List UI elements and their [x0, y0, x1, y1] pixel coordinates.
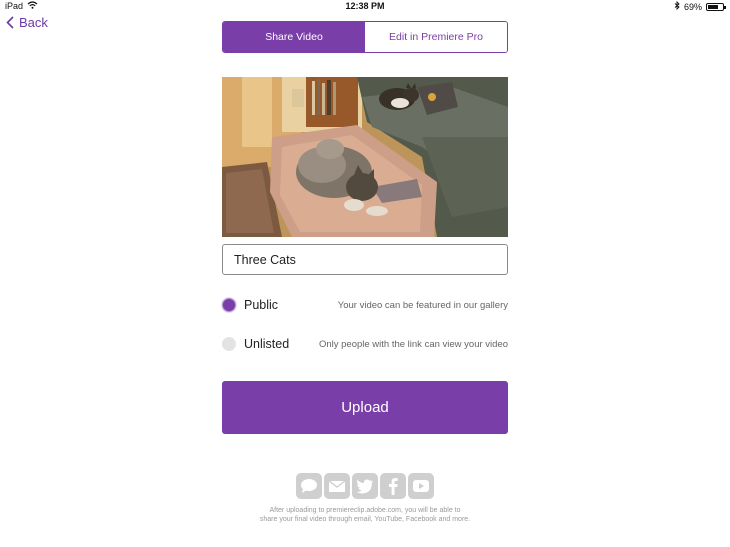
bluetooth-icon — [674, 0, 680, 12]
share-note-line-2: share your final video through email, Yo… — [259, 516, 471, 523]
status-bar: iPad 12:38 PM 69% — [0, 0, 730, 14]
video-thumbnail — [222, 77, 508, 237]
battery-percent: 69% — [683, 1, 702, 12]
radio-unlisted-description: Only people with the link can view your … — [318, 338, 508, 350]
radio-selected-icon[interactable] — [222, 298, 236, 312]
status-time: 12:38 PM — [345, 1, 385, 11]
back-label: Back — [19, 15, 48, 30]
video-title-input[interactable] — [222, 244, 508, 275]
radio-unlisted-label: Unlisted — [244, 337, 290, 351]
battery-fill — [708, 4, 718, 9]
twitter-icon — [352, 473, 378, 499]
radio-public-label: Public — [244, 298, 279, 312]
share-note-line-1: After uploading to premiereclip.adobe.co… — [269, 507, 461, 514]
mode-tabs: Share Video Edit in Premiere Pro — [222, 21, 508, 53]
share-icons — [296, 473, 434, 499]
radio-public[interactable]: Public Your video can be featured in our… — [222, 295, 508, 315]
tab-edit-in-premiere-pro[interactable]: Edit in Premiere Pro — [365, 22, 507, 52]
mail-icon — [324, 473, 350, 499]
radio-public-description: Your video can be featured in our galler… — [337, 299, 508, 311]
video-thumbnail-image — [222, 77, 508, 237]
radio-unlisted[interactable]: Unlisted Only people with the link can v… — [222, 334, 508, 354]
status-right: 69% — [674, 0, 726, 12]
chevron-left-icon — [6, 16, 14, 29]
youtube-icon — [408, 473, 434, 499]
back-button[interactable]: Back — [6, 15, 48, 30]
facebook-icon — [380, 473, 406, 499]
message-icon — [296, 473, 322, 499]
tab-share-video[interactable]: Share Video — [223, 22, 365, 52]
battery-icon — [706, 2, 726, 11]
radio-unselected-icon[interactable] — [222, 337, 236, 351]
upload-button[interactable]: Upload — [222, 381, 508, 434]
